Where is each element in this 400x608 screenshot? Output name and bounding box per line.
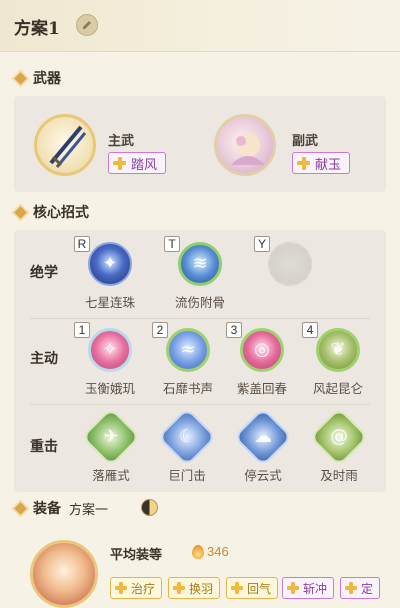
diamond-icon <box>14 71 27 85</box>
stat-tag-5[interactable]: 定 <box>340 577 381 599</box>
skill-ultimate-1-name: 七星连珠 <box>84 295 135 310</box>
divider <box>30 404 370 405</box>
sub-weapon-tag[interactable]: 献玉 <box>292 152 351 174</box>
cross-icon <box>113 156 126 170</box>
sub-weapon-tag-text: 献玉 <box>315 157 342 173</box>
skill-active-1[interactable]: ✧ <box>88 328 132 372</box>
skill-active-2[interactable]: ≈ <box>166 328 210 372</box>
slash-icon: ≋ <box>192 253 208 274</box>
key-badge-1: 1 <box>74 322 90 338</box>
stat-tag-2-text: 换羽 <box>189 581 214 596</box>
skill-ultimate-2-name: 流伤附骨 <box>174 295 225 310</box>
stat-tag-2[interactable]: 换羽 <box>168 577 221 599</box>
blade-icon: ✧ <box>102 339 118 360</box>
skill-active-3-name: 紫盖回春 <box>236 381 287 396</box>
main-weapon-label: 主武 <box>108 134 135 149</box>
weapons-section-header: 武器 <box>14 66 61 90</box>
skill-ultimate-empty-slot[interactable] <box>268 242 312 286</box>
diamond-icon <box>14 501 27 515</box>
key-badge-t: T <box>164 236 180 252</box>
key-badge-3: 3 <box>226 322 242 338</box>
average-gear-score: 346 <box>207 544 229 559</box>
leaf-icon: ❦ <box>330 339 346 360</box>
stat-tag-3[interactable]: 回气 <box>226 577 279 599</box>
skills-section-header: 核心招式 <box>14 200 89 224</box>
flame-icon <box>192 545 204 559</box>
skill-heavy-2-name: 巨门击 <box>168 468 206 483</box>
main-weapon-tag[interactable]: 踏风 <box>108 152 167 174</box>
bird-icon: ✈ <box>103 426 119 447</box>
stat-tag-3-text: 回气 <box>247 581 272 596</box>
heavy-row-label: 重击 <box>30 439 58 455</box>
sub-weapon-label: 副武 <box>292 134 319 149</box>
yin-yang-icon[interactable] <box>141 499 158 516</box>
wind-icon: ≈ <box>180 339 196 360</box>
key-badge-r: R <box>74 236 90 252</box>
skills-section-title: 核心招式 <box>33 205 89 221</box>
weapons-section-title: 武器 <box>33 71 61 87</box>
cross-icon <box>345 582 357 594</box>
cross-icon <box>115 582 127 594</box>
skill-active-2-name: 石靡书声 <box>162 381 213 396</box>
stat-tag-1[interactable]: 治疗 <box>110 577 163 599</box>
skill-active-3[interactable]: ◎ <box>240 328 284 372</box>
cloud-icon: ☁ <box>254 426 272 447</box>
spiral-icon: @ <box>330 426 348 447</box>
divider <box>30 318 370 319</box>
equipment-section-header: 装备 方案一 <box>14 496 108 520</box>
cross-icon <box>297 156 310 170</box>
skill-active-4[interactable]: ❦ <box>316 328 360 372</box>
cross-icon <box>231 582 243 594</box>
skill-active-1-name: 玉衡娥玑 <box>84 381 135 396</box>
diamond-icon <box>14 205 27 219</box>
key-badge-y: Y <box>254 236 270 252</box>
cross-icon <box>287 582 299 594</box>
skill-ultimate-2[interactable]: ≋ <box>178 242 222 286</box>
weapons-panel: 主武 踏风 副武 献玉 <box>14 96 386 192</box>
active-row-label: 主动 <box>30 351 58 367</box>
equipment-section-title: 装备 <box>33 501 61 517</box>
main-weapon-tag-text: 踏风 <box>131 157 158 173</box>
skill-ultimate-1[interactable]: ✦ <box>88 242 132 286</box>
equipment-plan-name[interactable]: 方案一 <box>69 499 108 518</box>
ultimate-row-label: 绝学 <box>30 265 58 281</box>
key-badge-2: 2 <box>152 322 168 338</box>
edit-icon[interactable] <box>76 14 98 36</box>
equipment-avatar[interactable] <box>30 540 98 608</box>
crescent-icon: ☾ <box>178 426 196 447</box>
average-gear-label: 平均装等 <box>110 548 163 563</box>
swirl-icon: ◎ <box>254 339 270 360</box>
sub-weapon-image[interactable] <box>214 114 276 176</box>
stat-tag-4-text: 斩冲 <box>303 581 328 596</box>
stat-tag-4[interactable]: 斩冲 <box>282 577 335 599</box>
plan-header: 方案1 <box>0 0 400 52</box>
sparkle-icon: ✦ <box>102 253 118 274</box>
cross-icon <box>173 582 185 594</box>
stat-tag-1-text: 治疗 <box>131 581 156 596</box>
skill-active-4-name: 风起昆仑 <box>312 381 363 396</box>
skill-heavy-1-name: 落雁式 <box>92 468 130 483</box>
skill-heavy-4-name: 及时雨 <box>320 468 358 483</box>
main-weapon-image[interactable] <box>34 114 96 176</box>
plan-title: 方案1 <box>14 19 60 39</box>
skill-heavy-3-name: 停云式 <box>244 468 282 483</box>
key-badge-4: 4 <box>302 322 318 338</box>
stat-tag-5-text: 定 <box>361 581 374 596</box>
